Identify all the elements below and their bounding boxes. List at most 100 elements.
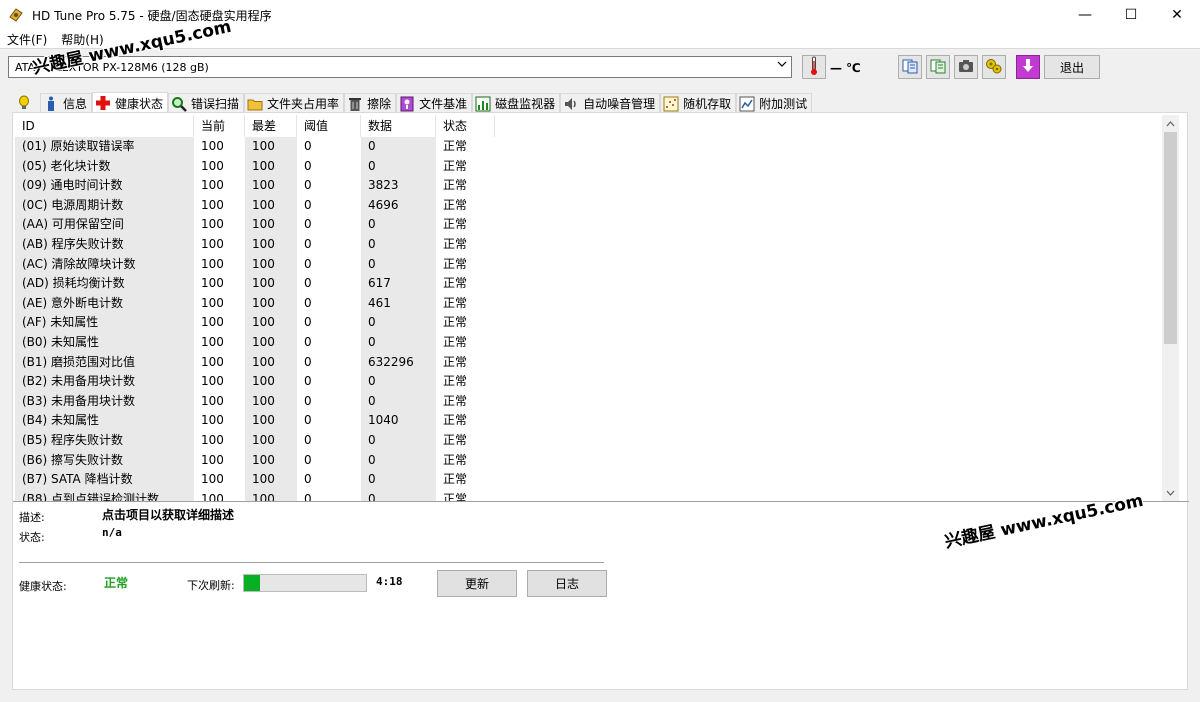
table-row[interactable]: (AC) 清除故障块计数 100 100 0 0 正常 <box>15 254 1178 275</box>
minimize-button[interactable]: — <box>1062 0 1108 30</box>
col-header-current[interactable]: 当前 <box>194 115 245 137</box>
health-status-label: 健康状态: <box>19 580 67 593</box>
thermometer-button[interactable] <box>802 55 826 79</box>
cell-attr-id: (AB) 程序失败计数 <box>15 234 194 255</box>
table-row[interactable]: (B8) 点到点错误检测计数 100 100 0 0 正常 <box>15 489 1178 501</box>
tab-health[interactable]: 健康状态 <box>92 92 169 113</box>
table-row[interactable]: (B3) 未用备用块计数 100 100 0 0 正常 <box>15 391 1178 412</box>
cell-worst: 100 <box>245 293 297 314</box>
table-row[interactable]: (AB) 程序失败计数 100 100 0 0 正常 <box>15 234 1178 255</box>
col-header-worst[interactable]: 最差 <box>245 115 297 137</box>
cell-threshold: 0 <box>304 295 312 310</box>
tab-label: 附加测试 <box>759 97 808 111</box>
cell-raw-data: 0 <box>361 137 436 157</box>
menu-file[interactable]: 文件(F) <box>0 31 54 48</box>
description-label: 描述: <box>19 511 45 524</box>
tab-label: 随机存取 <box>683 97 732 111</box>
copy-all-button[interactable] <box>926 55 950 79</box>
cell-threshold: 0 <box>304 472 312 487</box>
cell-attr-id: (AC) 清除故障块计数 <box>15 254 194 275</box>
drive-select[interactable]: ATA PLEXTOR PX-128M6 (128 gB) <box>8 56 792 78</box>
cell-threshold: 0 <box>304 374 312 389</box>
cell-current: 100 <box>201 374 224 389</box>
update-button[interactable]: 更新 <box>437 570 517 597</box>
tab-random-access[interactable]: 随机存取 <box>660 93 737 113</box>
tab-label: 健康状态 <box>115 96 164 111</box>
table-header: ID 当前 最差 阈值 数据 状态 <box>15 115 1178 137</box>
close-button[interactable]: ✕ <box>1154 0 1200 30</box>
cell-worst: 100 <box>245 450 297 471</box>
table-scrollbar[interactable] <box>1162 115 1179 501</box>
tab-file-benchmark[interactable]: 文件基准 <box>396 93 473 113</box>
cell-current: 100 <box>201 393 224 408</box>
tab-label: 自动噪音管理 <box>583 97 656 111</box>
cell-status: 正常 <box>443 158 468 173</box>
scroll-down-icon[interactable] <box>1162 484 1179 501</box>
tab-benchmark[interactable] <box>12 93 40 113</box>
scrollbar-thumb[interactable] <box>1164 132 1177 344</box>
table-row[interactable]: (B6) 擦写失败计数 100 100 0 0 正常 <box>15 450 1178 471</box>
table-row[interactable]: (B2) 未用备用块计数 100 100 0 0 正常 <box>15 372 1178 392</box>
extra-tests-icon <box>739 96 755 112</box>
copy-info-button[interactable] <box>898 55 922 79</box>
cell-attr-id: (B8) 点到点错误检测计数 <box>15 489 194 501</box>
cell-threshold: 0 <box>304 178 312 193</box>
cell-status: 正常 <box>443 334 468 349</box>
cell-threshold: 0 <box>304 413 312 428</box>
cell-raw-data: 0 <box>361 450 436 471</box>
cell-attr-id: (AE) 意外断电计数 <box>15 293 194 314</box>
screenshot-button[interactable] <box>954 55 978 79</box>
table-row[interactable]: (0C) 电源周期计数 100 100 0 4696 正常 <box>15 195 1178 216</box>
refresh-progress-bar <box>243 574 367 592</box>
cell-current: 100 <box>201 452 224 467</box>
table-row[interactable]: (AE) 意外断电计数 100 100 0 461 正常 <box>15 293 1178 314</box>
cell-status: 正常 <box>443 276 468 291</box>
maximize-button[interactable]: ☐ <box>1108 0 1154 30</box>
cell-attr-id: (B7) SATA 降档计数 <box>15 470 194 490</box>
scroll-up-icon[interactable] <box>1162 115 1179 132</box>
tab-error-scan[interactable]: 错误扫描 <box>168 93 245 113</box>
options-button[interactable] <box>982 55 1006 79</box>
cell-worst: 100 <box>245 352 297 373</box>
table-row[interactable]: (B5) 程序失败计数 100 100 0 0 正常 <box>15 430 1178 451</box>
col-header-status[interactable]: 状态 <box>436 115 495 137</box>
cell-threshold: 0 <box>304 354 312 369</box>
table-row[interactable]: (AF) 未知属性 100 100 0 0 正常 <box>15 313 1178 333</box>
cell-threshold: 0 <box>304 393 312 408</box>
table-row[interactable]: (B7) SATA 降档计数 100 100 0 0 正常 <box>15 470 1178 490</box>
tab-info[interactable]: 信息 <box>40 93 93 113</box>
table-row[interactable]: (05) 老化块计数 100 100 0 0 正常 <box>15 156 1178 177</box>
table-row[interactable]: (B4) 未知属性 100 100 0 1040 正常 <box>15 411 1178 431</box>
tab-erase[interactable]: 擦除 <box>344 93 397 113</box>
table-row[interactable]: (AD) 损耗均衡计数 100 100 0 617 正常 <box>15 274 1178 294</box>
exit-button[interactable]: 退出 <box>1044 55 1100 79</box>
cell-worst: 100 <box>245 254 297 275</box>
cell-worst: 100 <box>245 234 297 255</box>
cell-worst: 100 <box>245 489 297 501</box>
col-header-threshold[interactable]: 阈值 <box>297 115 361 137</box>
col-header-data[interactable]: 数据 <box>361 115 436 137</box>
cell-current: 100 <box>201 256 224 271</box>
cell-worst: 100 <box>245 430 297 451</box>
table-row[interactable]: (B1) 磨损范围对比值 100 100 0 632296 正常 <box>15 352 1178 373</box>
col-header-id[interactable]: ID <box>15 115 194 137</box>
cell-worst: 100 <box>245 332 297 353</box>
cell-status: 正常 <box>443 452 468 467</box>
tab-extra-tests[interactable]: 附加测试 <box>736 93 813 113</box>
table-row[interactable]: (09) 通电时间计数 100 100 0 3823 正常 <box>15 176 1178 196</box>
table-row[interactable]: (AA) 可用保留空间 100 100 0 0 正常 <box>15 215 1178 235</box>
tab-folder-usage[interactable]: 文件夹占用率 <box>244 93 345 113</box>
log-button[interactable]: 日志 <box>527 570 607 597</box>
tab-disk-monitor[interactable]: 磁盘监视器 <box>472 93 561 113</box>
cell-worst: 100 <box>245 156 297 177</box>
cell-raw-data: 0 <box>361 215 436 235</box>
cell-status: 正常 <box>443 374 468 389</box>
tab-label: 错误扫描 <box>191 97 240 111</box>
table-row[interactable]: (B0) 未知属性 100 100 0 0 正常 <box>15 332 1178 353</box>
cell-status: 正常 <box>443 178 468 193</box>
tab-aam[interactable]: 自动噪音管理 <box>560 93 661 113</box>
temperature-readout: — ℃ <box>830 61 861 75</box>
smart-table[interactable]: ID 当前 最差 阈值 数据 状态 (01) 原始读取错误率 100 100 0 0 正常… <box>15 115 1178 501</box>
table-row[interactable]: (01) 原始读取错误率 100 100 0 0 正常 <box>15 137 1178 157</box>
save-button[interactable] <box>1016 55 1040 79</box>
